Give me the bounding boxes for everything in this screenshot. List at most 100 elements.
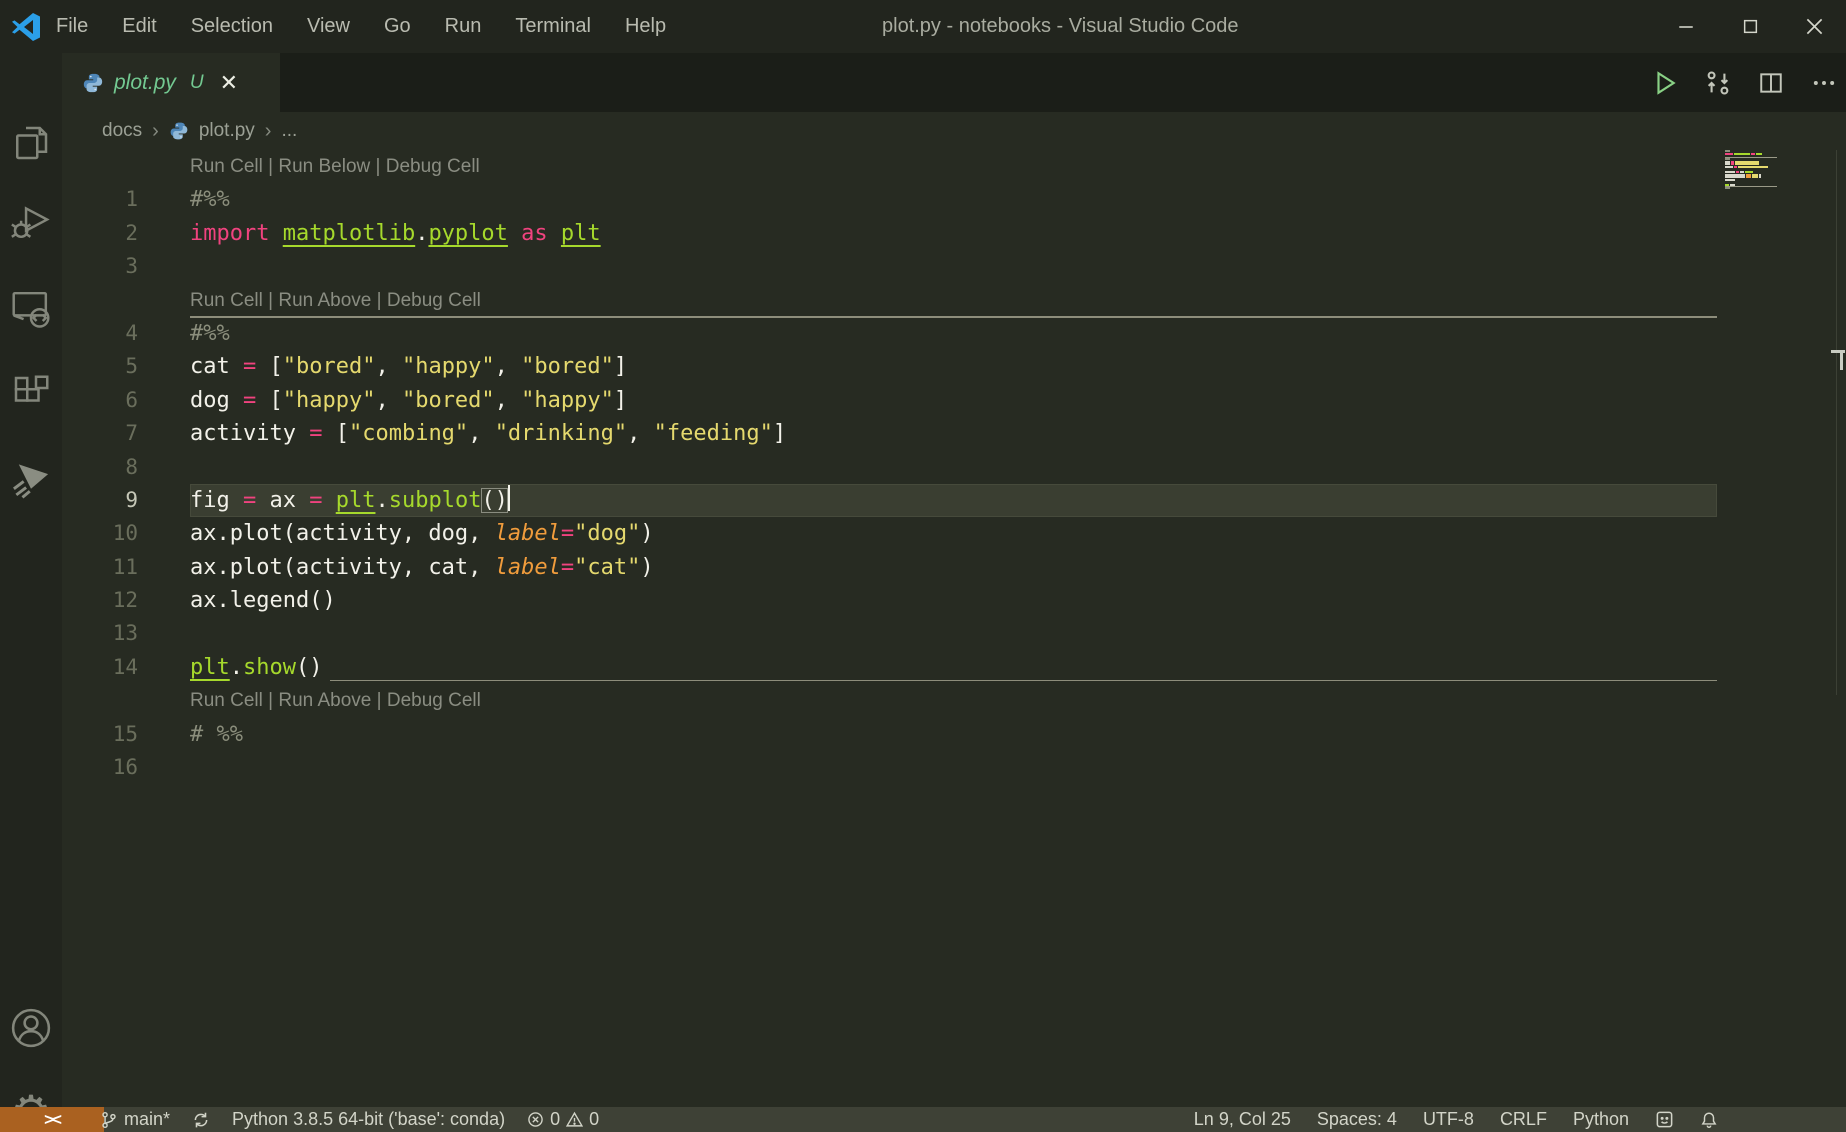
code-line-7[interactable]: 7activity = ["combing", "drinking", "fee… [62,417,1846,450]
breadcrumb-separator: › [265,120,272,143]
remote-explorer-icon[interactable] [0,287,62,329]
status-python-interpreter[interactable]: Python 3.8.5 64-bit ('base': conda) [232,1109,505,1130]
code-text: fig = ax = plt.subplot() [190,484,510,517]
scrollbar-track[interactable] [1836,150,1837,695]
code-line-1[interactable]: 1#%% [62,183,1846,216]
window-controls [1654,0,1846,53]
status-cursor-position[interactable]: Ln 9, Col 25 [1194,1109,1291,1130]
editor-actions [1652,53,1838,112]
minimize-icon[interactable] [1654,0,1718,53]
codelens-row: Run Cell | Run Below | Debug Cell [62,150,1846,183]
extensions-icon[interactable] [0,373,62,413]
status-problems-text: 0 [550,1109,560,1130]
close-icon[interactable] [1782,0,1846,53]
menu-view[interactable]: View [307,15,350,38]
code-line-9[interactable]: 9fig = ax = plt.subplot() [62,484,1846,517]
more-actions-icon[interactable] [1810,69,1838,97]
line-number: 4 [62,317,138,350]
status-encoding[interactable]: UTF-8 [1423,1109,1474,1130]
code-line-11[interactable]: 11 ax.plot(activity, cat, label="cat") [62,551,1846,584]
menu-terminal[interactable]: Terminal [515,15,591,38]
sync-icon [192,1111,210,1129]
status-bar: >< main* Python 3.8.5 64-bit ('base': con… [0,1107,1846,1132]
codelens-link-run-cell[interactable]: Run Cell [190,156,263,177]
code-text: ax.legend() [190,584,336,617]
tab-plot-py[interactable]: plot.py U ✕ [62,53,280,112]
breadcrumb-python-icon [169,121,189,141]
python-file-icon [82,72,104,94]
code-line-13[interactable]: 13 [62,617,1846,650]
status-encoding-text: UTF-8 [1423,1109,1474,1130]
run-and-debug-icon[interactable] [0,201,62,243]
codelens-link-debug-cell[interactable]: Debug Cell [386,156,480,177]
codelens-link-run-below[interactable]: Run Below [278,156,370,177]
code-line-16[interactable]: 16 [62,751,1846,784]
remote-indicator[interactable]: >< [0,1107,104,1132]
codelens-link-run-above[interactable]: Run Above [278,290,371,311]
menu-help[interactable]: Help [625,15,666,38]
breadcrumb-item-1[interactable]: plot.py [199,120,255,142]
code-line-14[interactable]: 14plt.show() [62,651,1846,684]
code-editor[interactable]: Run Cell | Run Below | Debug Cell1#%%2im… [62,150,1846,1107]
maximize-icon[interactable] [1718,0,1782,53]
tab-strip: plot.py U ✕ [62,53,1846,112]
menu-run[interactable]: Run [445,15,482,38]
code-line-3[interactable]: 3 [62,250,1846,283]
code-line-8[interactable]: 8 [62,451,1846,484]
menu-file[interactable]: File [56,15,88,38]
code-line-4[interactable]: 4 #%% [62,317,1846,350]
codelens-link-run-cell[interactable]: Run Cell [190,290,263,311]
status-notifications[interactable] [1700,1111,1718,1129]
code-line-12[interactable]: 12 ax.legend() [62,584,1846,617]
codelens-separator: | [263,156,279,177]
status-language-mode[interactable]: Python [1573,1109,1629,1130]
send-icon[interactable] [0,457,62,501]
status-bar-right: Ln 9, Col 25 Spaces: 4 UTF-8 CRLF Python [1194,1109,1718,1130]
line-number: 5 [62,350,138,383]
run-python-file-icon[interactable] [1652,70,1678,96]
code-text: activity = ["combing", "drinking", "feed… [190,417,786,450]
codelens-link-debug-cell[interactable]: Debug Cell [387,690,481,711]
code-line-2[interactable]: 2import matplotlib.pyplot as plt [62,217,1846,250]
code-text: import matplotlib.pyplot as plt [190,217,601,250]
breadcrumb-item-0[interactable]: docs [102,120,142,142]
menu-selection[interactable]: Selection [191,15,273,38]
breadcrumb-separator: › [152,120,159,143]
open-changes-icon[interactable] [1704,69,1732,97]
status-feedback[interactable] [1655,1110,1674,1129]
codelens-separator: | [263,690,279,711]
codelens-link-run-above[interactable]: Run Above [278,690,371,711]
codelens-row: Run Cell | Run Above | Debug Cell [62,684,1846,717]
line-number: 11 [62,551,138,584]
codelens-link-run-cell[interactable]: Run Cell [190,690,263,711]
line-number: 12 [62,584,138,617]
code-line-15[interactable]: 15# %% [62,718,1846,751]
line-number: 10 [62,517,138,550]
status-problems[interactable]: 00 [527,1109,599,1130]
account-icon[interactable] [0,1005,62,1051]
codelens-separator: | [371,690,387,711]
explorer-icon[interactable] [0,121,62,165]
status-sync[interactable] [192,1111,210,1129]
breadcrumb-item-2[interactable]: ... [281,120,297,142]
split-editor-icon[interactable] [1758,70,1784,96]
code-line-10[interactable]: 10ax.plot(activity, dog, label="dog") [62,517,1846,550]
cell-separator [330,680,1717,682]
code-text: ax.plot(activity, cat, label="cat") [190,551,654,584]
window-title: plot.py - notebooks - Visual Studio Code [882,0,1239,53]
branch-icon [100,1111,118,1129]
minimap[interactable] [1725,150,1773,192]
code-line-5[interactable]: 5cat = ["bored", "happy", "bored"] [62,350,1846,383]
menu-go[interactable]: Go [384,15,411,38]
codelens-separator: | [263,290,279,311]
code-text: #%% [190,317,230,350]
code-line-6[interactable]: 6dog = ["happy", "bored", "happy"] [62,384,1846,417]
tab-close-icon[interactable]: ✕ [220,72,238,94]
line-number: 15 [62,718,138,751]
status-indentation[interactable]: Spaces: 4 [1317,1109,1397,1130]
status-git-branch[interactable]: main* [100,1109,170,1130]
codelens-link-debug-cell[interactable]: Debug Cell [387,290,481,311]
vscode-window: File Edit Selection View Go Run Terminal Help p… [0,0,1846,1132]
status-eol[interactable]: CRLF [1500,1109,1547,1130]
menu-edit[interactable]: Edit [122,15,156,38]
